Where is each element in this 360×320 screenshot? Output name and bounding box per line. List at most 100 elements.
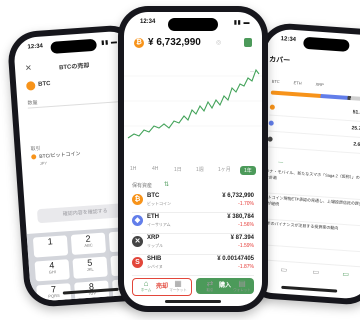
bottom-navigation: ⌂ ホーム ▦ マーケット ⇄ 取引 ▤ ウォレット (124, 279, 262, 297)
status-icons: ▮▮ ▬ (233, 20, 250, 26)
price-line (127, 68, 260, 139)
coin-change: -1.56% (238, 222, 254, 228)
coin-dot-icon (269, 104, 276, 110)
timeframe-tab[interactable]: 4H (152, 166, 158, 172)
coin-row[interactable]: ✕ XRP リップル ¥ 87.394 -1.59% (132, 232, 254, 255)
coin-dot-icon (268, 120, 274, 126)
bitcoin-icon: ₿ (134, 38, 144, 48)
nav-item-0[interactable]: ⌂ ホーム (132, 279, 160, 293)
coin-change: -1.87% (238, 264, 254, 270)
coin-price: ¥ 87.394 (230, 235, 254, 241)
coin-change: -1.59% (238, 243, 254, 249)
nav-icon: ⌂ (143, 279, 149, 288)
keypad-key[interactable]: 2 ABC (70, 232, 107, 255)
holdings-header: 保有資産 (132, 183, 153, 189)
nav-icon[interactable]: ▭ (280, 266, 287, 274)
timeframe-tab[interactable]: 1週 (196, 166, 204, 173)
allocation-list: 51.02% 25.77% 2.67% (262, 100, 360, 155)
status-time: 12:34 (140, 19, 156, 25)
dynamic-island (50, 38, 97, 54)
keypad-letters: GHI (48, 269, 57, 275)
coin-price: ¥ 0.00147405 (217, 256, 254, 262)
status-time: 12:34 (27, 43, 44, 51)
dynamic-island (303, 36, 350, 52)
center-phone-mockup: 12:34 ▮▮ ▬ ₿ ¥ 6,732,990 ◎ — 1H 4H 1日 1週 1ヶ月… (118, 6, 268, 312)
status-time: 12:34 (280, 36, 297, 44)
method-value: BTC/ビットコイン (39, 151, 81, 160)
coin-symbol: SHIB (147, 256, 162, 262)
timeframe-selector: 1H 4H 1日 1週 1ヶ月 1年 (130, 164, 256, 175)
btc-coin-icon (25, 81, 36, 91)
asset-filter-chip[interactable]: ETH (293, 80, 301, 86)
coin-row[interactable]: ◆ ETH イーサリアム ¥ 380,784 -1.56% (132, 211, 254, 234)
news-list: ソラナ・モバイル、新たなスマホ「Saga 2（仮称）」の発売を計画 ビットコイン現… (256, 168, 360, 253)
nav-icon[interactable]: ▭ (312, 268, 319, 276)
timeframe-tab[interactable]: 1年 (240, 166, 256, 175)
close-icon[interactable]: ✕ (25, 63, 32, 72)
allocation-percent: 25.77% (351, 125, 360, 133)
nav-label: マーケット (169, 288, 187, 292)
coin-row[interactable]: ₿ BTC ビットコイン ¥ 6,732,990 -1.70% (132, 190, 254, 213)
home-indicator (281, 285, 338, 293)
menu-icon[interactable] (244, 38, 252, 47)
amount-label: 数量 (27, 99, 38, 107)
nav-icon[interactable]: ▭ (342, 270, 349, 278)
coin-price: ¥ 380,784 (227, 214, 254, 220)
nav-label: ホーム (140, 288, 152, 292)
allocation-bar (270, 90, 360, 102)
news-header: — (277, 159, 284, 166)
dynamic-island (168, 18, 218, 31)
nav-label: 取引 (206, 288, 214, 292)
nav-label: ウォレット (233, 288, 251, 292)
keypad-letters: ABC (84, 242, 93, 249)
keypad-key[interactable]: 1 (32, 235, 69, 258)
coin-price: ¥ 6,732,990 (222, 193, 254, 199)
keypad-number: 1 (47, 236, 54, 247)
coin-row[interactable]: S SHIB シバイヌ ¥ 0.00147405 -1.87% (132, 253, 254, 276)
coin-symbol: ETH (147, 214, 159, 220)
method-sub: JPY (39, 160, 48, 166)
coin-name: ビットコイン (147, 201, 171, 206)
status-icons: ▮▮ ▬ (101, 39, 118, 47)
asset-filter-row: BTC ETH XRP (271, 79, 323, 88)
allocation-percent: 51.02% (352, 109, 360, 117)
nav-item-1[interactable]: ▦ マーケット (164, 279, 192, 293)
coin-icon: ◆ (132, 215, 143, 226)
center-phone-screen: 12:34 ▮▮ ▬ ₿ ¥ 6,732,990 ◎ — 1H 4H 1日 1週 1ヶ月… (124, 12, 262, 306)
coin-name: シバイヌ (147, 264, 163, 269)
price-chart[interactable] (124, 56, 262, 156)
asset-filter-chip[interactable]: XRP (315, 82, 324, 88)
sell-title: BTCの売却 (58, 63, 90, 72)
nav-item-3[interactable]: ▤ ウォレット (228, 279, 256, 293)
radio-icon[interactable] (31, 154, 37, 160)
coin-selector[interactable]: BTC (38, 81, 51, 88)
nav-icon: ▤ (238, 279, 246, 288)
nav-icon: ▦ (174, 279, 182, 288)
timeframe-tab[interactable]: 1ヶ月 (218, 166, 231, 173)
coin-name: イーサリアム (147, 222, 171, 227)
coin-symbol: BTC (147, 193, 160, 199)
timeframe-tab[interactable]: 1H (130, 166, 136, 172)
keypad-letters: JKL (86, 266, 94, 272)
nav-item-2[interactable]: ⇄ 取引 (196, 279, 224, 293)
coin-icon: S (132, 257, 143, 268)
nav-icon: ⇄ (206, 279, 214, 288)
timeframe-tab[interactable]: 1日 (174, 166, 182, 173)
coin-dot-icon (267, 136, 273, 142)
coin-icon: ₿ (132, 194, 143, 205)
coin-name: リップル (147, 243, 163, 248)
coin-change: -1.70% (238, 201, 254, 207)
news-headline: ソラナ・モバイル、新たなスマホ「Saga 2（仮称）」の発売を計画 (260, 168, 360, 181)
keypad-key[interactable]: 5 JKL (72, 256, 108, 279)
chart-high-label: — (250, 68, 254, 73)
allocation-percent: 2.67% (353, 141, 360, 149)
sort-icon[interactable]: ⇅ (164, 181, 169, 188)
coin-icon: ✕ (132, 236, 143, 247)
coin-symbol: XRP (147, 235, 160, 241)
cover-title: カバー (268, 56, 291, 65)
total-balance: ¥ 6,732,990 (148, 37, 201, 48)
amount-input[interactable] (28, 105, 129, 134)
asset-filter-chip[interactable]: BTC (271, 79, 279, 85)
keypad-key[interactable]: 4 GHI (34, 259, 70, 282)
visibility-icon[interactable]: ◎ (216, 39, 221, 46)
